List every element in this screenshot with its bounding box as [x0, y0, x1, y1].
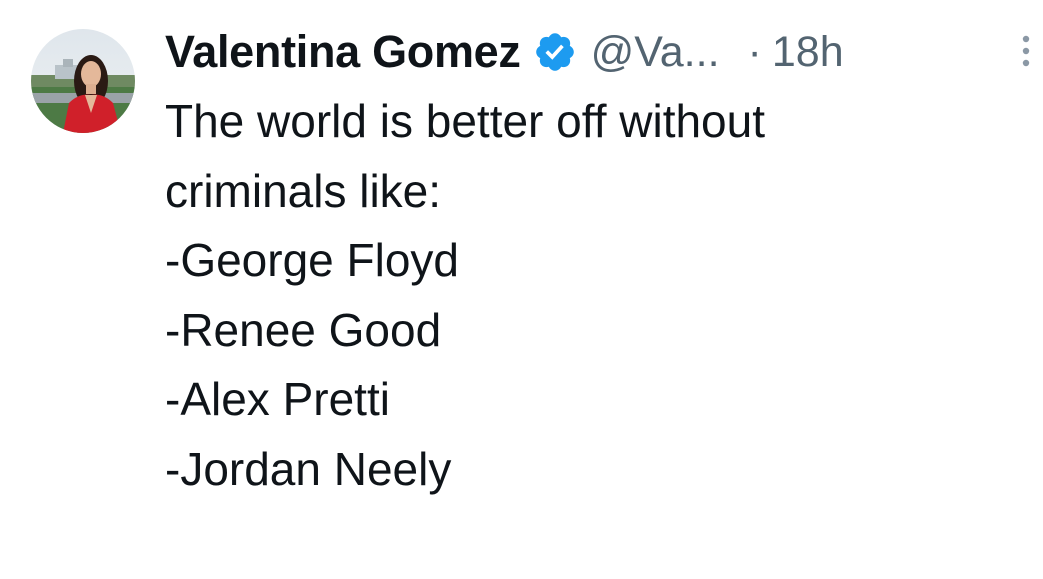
tweet-text: The world is better off without criminal…	[165, 87, 1025, 504]
tweet[interactable]: Valentina Gomez @Va... · 18h The world i…	[0, 0, 1043, 579]
timestamp[interactable]: 18h	[772, 28, 844, 77]
tweet-text-line: -Jordan Neely	[165, 442, 452, 495]
tweet-text-line: criminals like:	[165, 164, 442, 217]
verified-badge-icon[interactable]	[533, 30, 577, 74]
separator-dot: ·	[747, 27, 762, 76]
tweet-text-line: -George Floyd	[165, 234, 460, 286]
user-handle[interactable]: @Va...	[591, 28, 720, 77]
tweet-header: Valentina Gomez @Va... · 18h	[165, 22, 844, 82]
tweet-text-line: -Alex Pretti	[165, 373, 390, 425]
more-vertical-icon[interactable]	[1013, 34, 1039, 70]
tweet-text-line: -Renee Good	[165, 303, 442, 356]
tweet-text-line: The world is better off without	[165, 95, 765, 147]
avatar-image	[31, 29, 135, 133]
avatar[interactable]	[31, 29, 135, 133]
display-name[interactable]: Valentina Gomez	[165, 26, 521, 78]
